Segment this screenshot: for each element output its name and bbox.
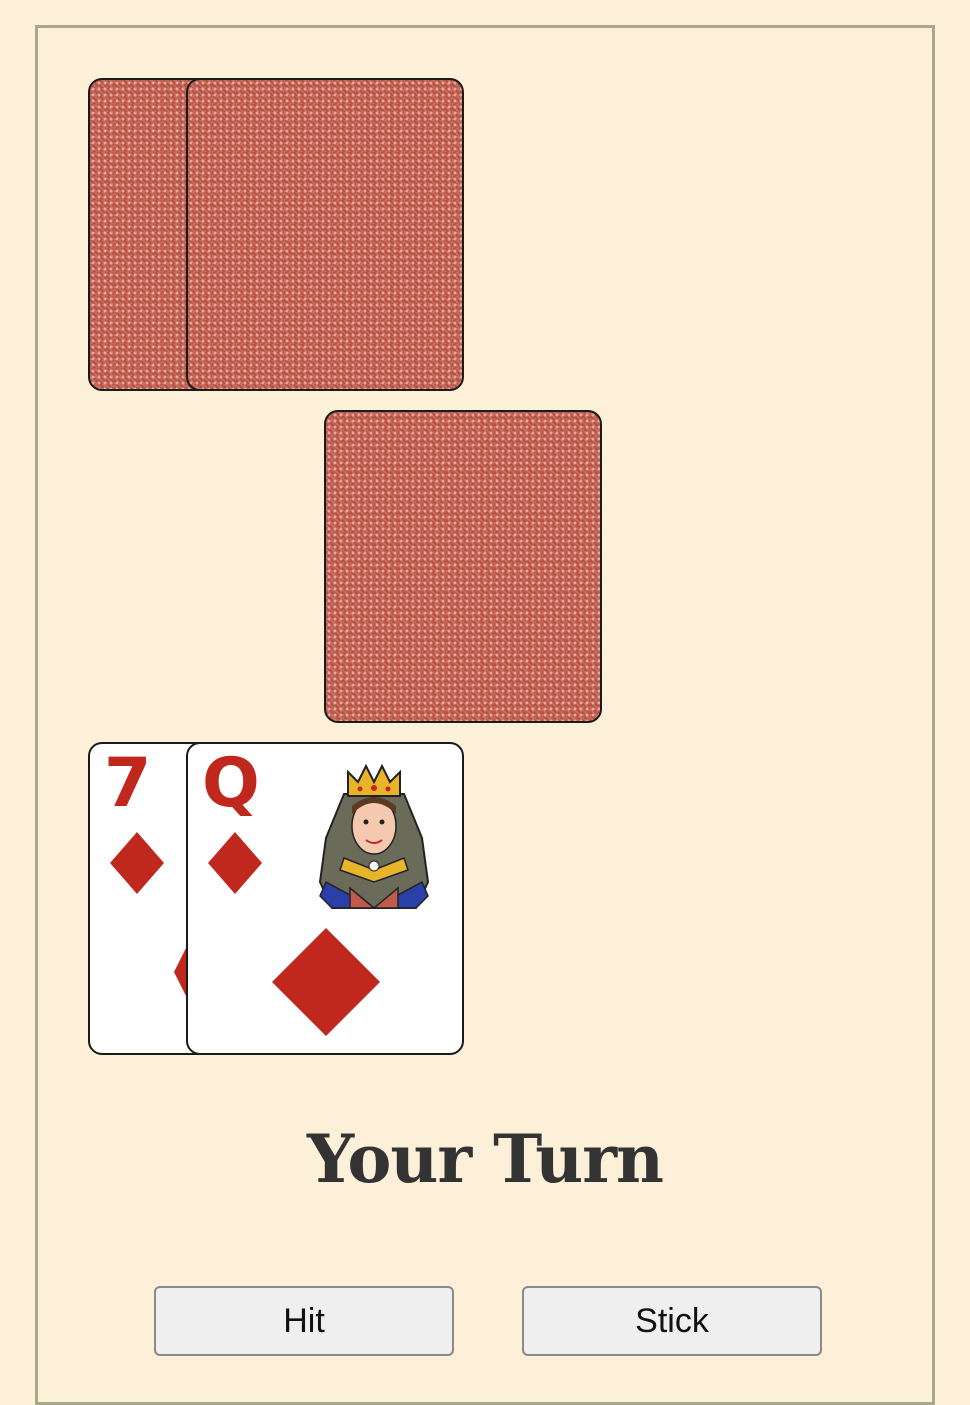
stick-button[interactable]: Stick <box>522 1286 822 1356</box>
hit-button[interactable]: Hit <box>154 1286 454 1356</box>
turn-status-heading: Your Turn <box>307 1120 664 1198</box>
diamond-pip-icon <box>272 928 380 1036</box>
dealer-card-2-back <box>186 78 464 391</box>
diamond-suit-icon <box>110 832 164 894</box>
player-card-queen-diamonds: Q <box>186 742 464 1055</box>
queen-portrait-icon <box>318 763 430 909</box>
deck-pile[interactable] <box>324 410 602 723</box>
card-rank: Q <box>202 744 260 823</box>
card-rank: 7 <box>104 744 151 823</box>
diamond-suit-icon <box>208 832 262 894</box>
